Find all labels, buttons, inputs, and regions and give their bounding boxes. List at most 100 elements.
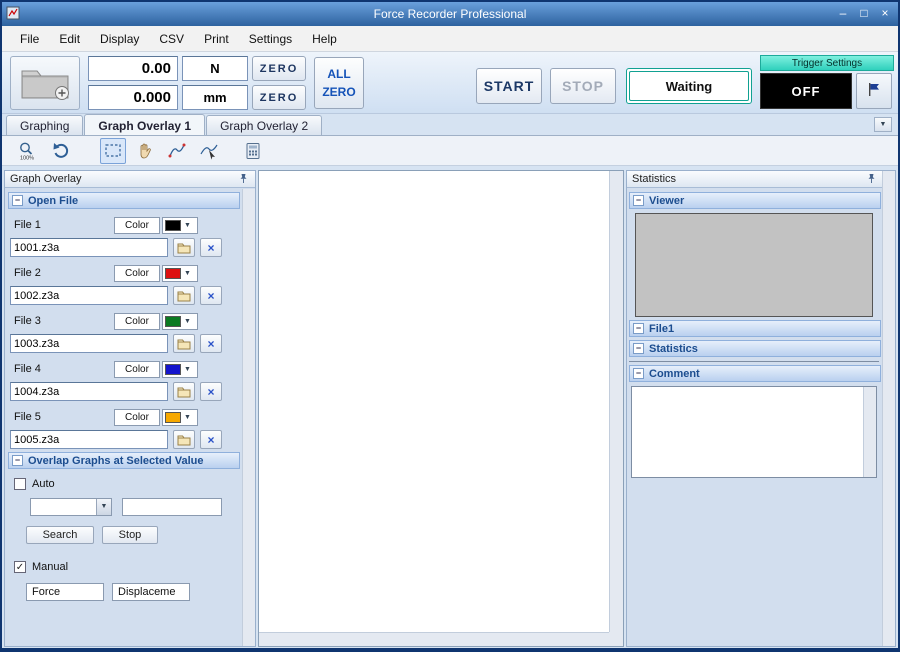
file-name-input[interactable] [10,238,168,257]
graph-vertical-scrollbar[interactable] [609,171,623,634]
start-button[interactable]: START [476,68,542,104]
color-swatch-dropdown[interactable]: ▼ [162,265,198,282]
tab-graphing[interactable]: Graphing [6,115,83,136]
browse-file-button[interactable] [173,334,195,353]
menu-item-edit[interactable]: Edit [49,28,90,50]
collapse-icon[interactable]: − [12,455,23,466]
color-swatch-dropdown[interactable]: ▼ [162,409,198,426]
curve-pointer-tool-icon[interactable] [196,138,222,164]
overlap-section-header[interactable]: − Overlap Graphs at Selected Value [8,452,240,469]
file1-section-header[interactable]: − File1 [629,320,881,337]
chevron-down-icon: ▼ [184,222,191,229]
stop-button[interactable]: STOP [550,68,616,104]
graph-overlay-panel-header: Graph Overlay [5,171,255,188]
axis-pick-row: Force Displaceme [26,583,242,601]
remove-file-button[interactable]: × [200,286,222,305]
close-button[interactable]: × [876,4,894,22]
pan-hand-icon[interactable] [132,138,158,164]
chart-svg[interactable] [259,171,611,634]
menu-item-display[interactable]: Display [90,28,149,50]
file-name-input[interactable] [10,430,168,449]
minimize-button[interactable]: – [834,4,852,22]
open-file-button[interactable] [10,56,80,110]
select-region-icon[interactable] [100,138,126,164]
auto-checkbox[interactable] [14,478,26,490]
file-name-input[interactable] [10,286,168,305]
viewer-thumbnail[interactable] [635,213,873,317]
pin-icon[interactable] [866,173,878,185]
color-swatch-dropdown[interactable]: ▼ [162,313,198,330]
collapse-icon[interactable]: − [633,368,644,379]
manual-checkbox[interactable]: ✓ [14,561,26,573]
comment-section-title: Comment [649,368,700,380]
overlap-value-dropdown[interactable]: ▼ [30,498,112,516]
color-swatch-dropdown[interactable]: ▼ [162,361,198,378]
all-zero-button[interactable]: ALL ZERO [314,57,364,109]
maximize-button[interactable]: □ [855,4,873,22]
open-file-section-header[interactable]: − Open File [8,192,240,209]
comment-box[interactable] [631,386,877,478]
window-title: Force Recorder Professional [2,2,898,26]
remove-file-button[interactable]: × [200,430,222,449]
file-block-5: File 5Color ▼ × [10,407,238,449]
menu-item-settings[interactable]: Settings [239,28,302,50]
color-button[interactable]: Color [114,361,160,378]
statistics-panel-content: − Viewer − File1 − Statistics − Comment [627,189,883,478]
overlap-stop-button[interactable]: Stop [102,526,158,544]
color-button[interactable]: Color [114,409,160,426]
collapse-icon[interactable]: − [633,343,644,354]
app-window: Force Recorder Professional – □ × FileEd… [0,0,900,652]
browse-file-button[interactable] [173,238,195,257]
tab-graph-overlay-2[interactable]: Graph Overlay 2 [206,115,322,136]
left-panel-scrollbar[interactable] [242,189,255,646]
undo-icon[interactable] [48,138,74,164]
displacement-zero-button[interactable]: ZERO [252,85,306,110]
file-name-input[interactable] [10,334,168,353]
menu-item-file[interactable]: File [10,28,49,50]
graph-horizontal-scrollbar[interactable] [259,632,611,646]
search-button[interactable]: Search [26,526,94,544]
collapse-icon[interactable]: − [633,195,644,206]
calculator-icon[interactable] [240,138,266,164]
comment-scrollbar[interactable] [863,387,876,477]
comment-section-header[interactable]: − Comment [629,365,881,382]
color-swatch [165,220,181,231]
tab-graph-overlay-1[interactable]: Graph Overlay 1 [84,114,205,136]
collapse-icon[interactable]: − [12,195,23,206]
file1-section-title: File1 [649,323,674,335]
trigger-flag-button[interactable] [856,73,892,109]
viewer-section-header[interactable]: − Viewer [629,192,881,209]
statistics-panel-title: Statistics [632,173,676,185]
menu-item-print[interactable]: Print [194,28,239,50]
color-button[interactable]: Color [114,313,160,330]
browse-file-button[interactable] [173,286,195,305]
collapse-icon[interactable]: − [633,323,644,334]
force-zero-button[interactable]: ZERO [252,56,306,81]
chevron-down-icon: ▼ [184,414,191,421]
menu-item-csv[interactable]: CSV [149,28,194,50]
pin-icon[interactable] [238,173,250,185]
menu-item-help[interactable]: Help [302,28,347,50]
statistics-panel-scrollbar[interactable] [882,171,895,646]
force-column-button[interactable]: Force [26,583,104,601]
trigger-settings-title: Trigger Settings [760,55,894,71]
color-swatch-dropdown[interactable]: ▼ [162,217,198,234]
displacement-column-button[interactable]: Displaceme [112,583,190,601]
remove-file-button[interactable]: × [200,334,222,353]
browse-file-button[interactable] [173,430,195,449]
overlap-value-input[interactable] [122,498,222,516]
browse-file-button[interactable] [173,382,195,401]
trigger-settings-panel: Trigger Settings OFF [760,55,894,111]
overlap-value-row: ▼ [30,498,242,516]
remove-file-button[interactable]: × [200,382,222,401]
zoom-100-icon[interactable]: 100% [14,138,40,164]
curve-tool-icon[interactable] [164,138,190,164]
file-label: File 5 [10,411,114,423]
statistics-section-header[interactable]: − Statistics [629,340,881,357]
remove-file-button[interactable]: × [200,238,222,257]
displacement-value-display: 0.000 [88,85,178,110]
color-button[interactable]: Color [114,217,160,234]
file-name-input[interactable] [10,382,168,401]
color-button[interactable]: Color [114,265,160,282]
tab-list-button[interactable]: ▼ [874,117,892,132]
